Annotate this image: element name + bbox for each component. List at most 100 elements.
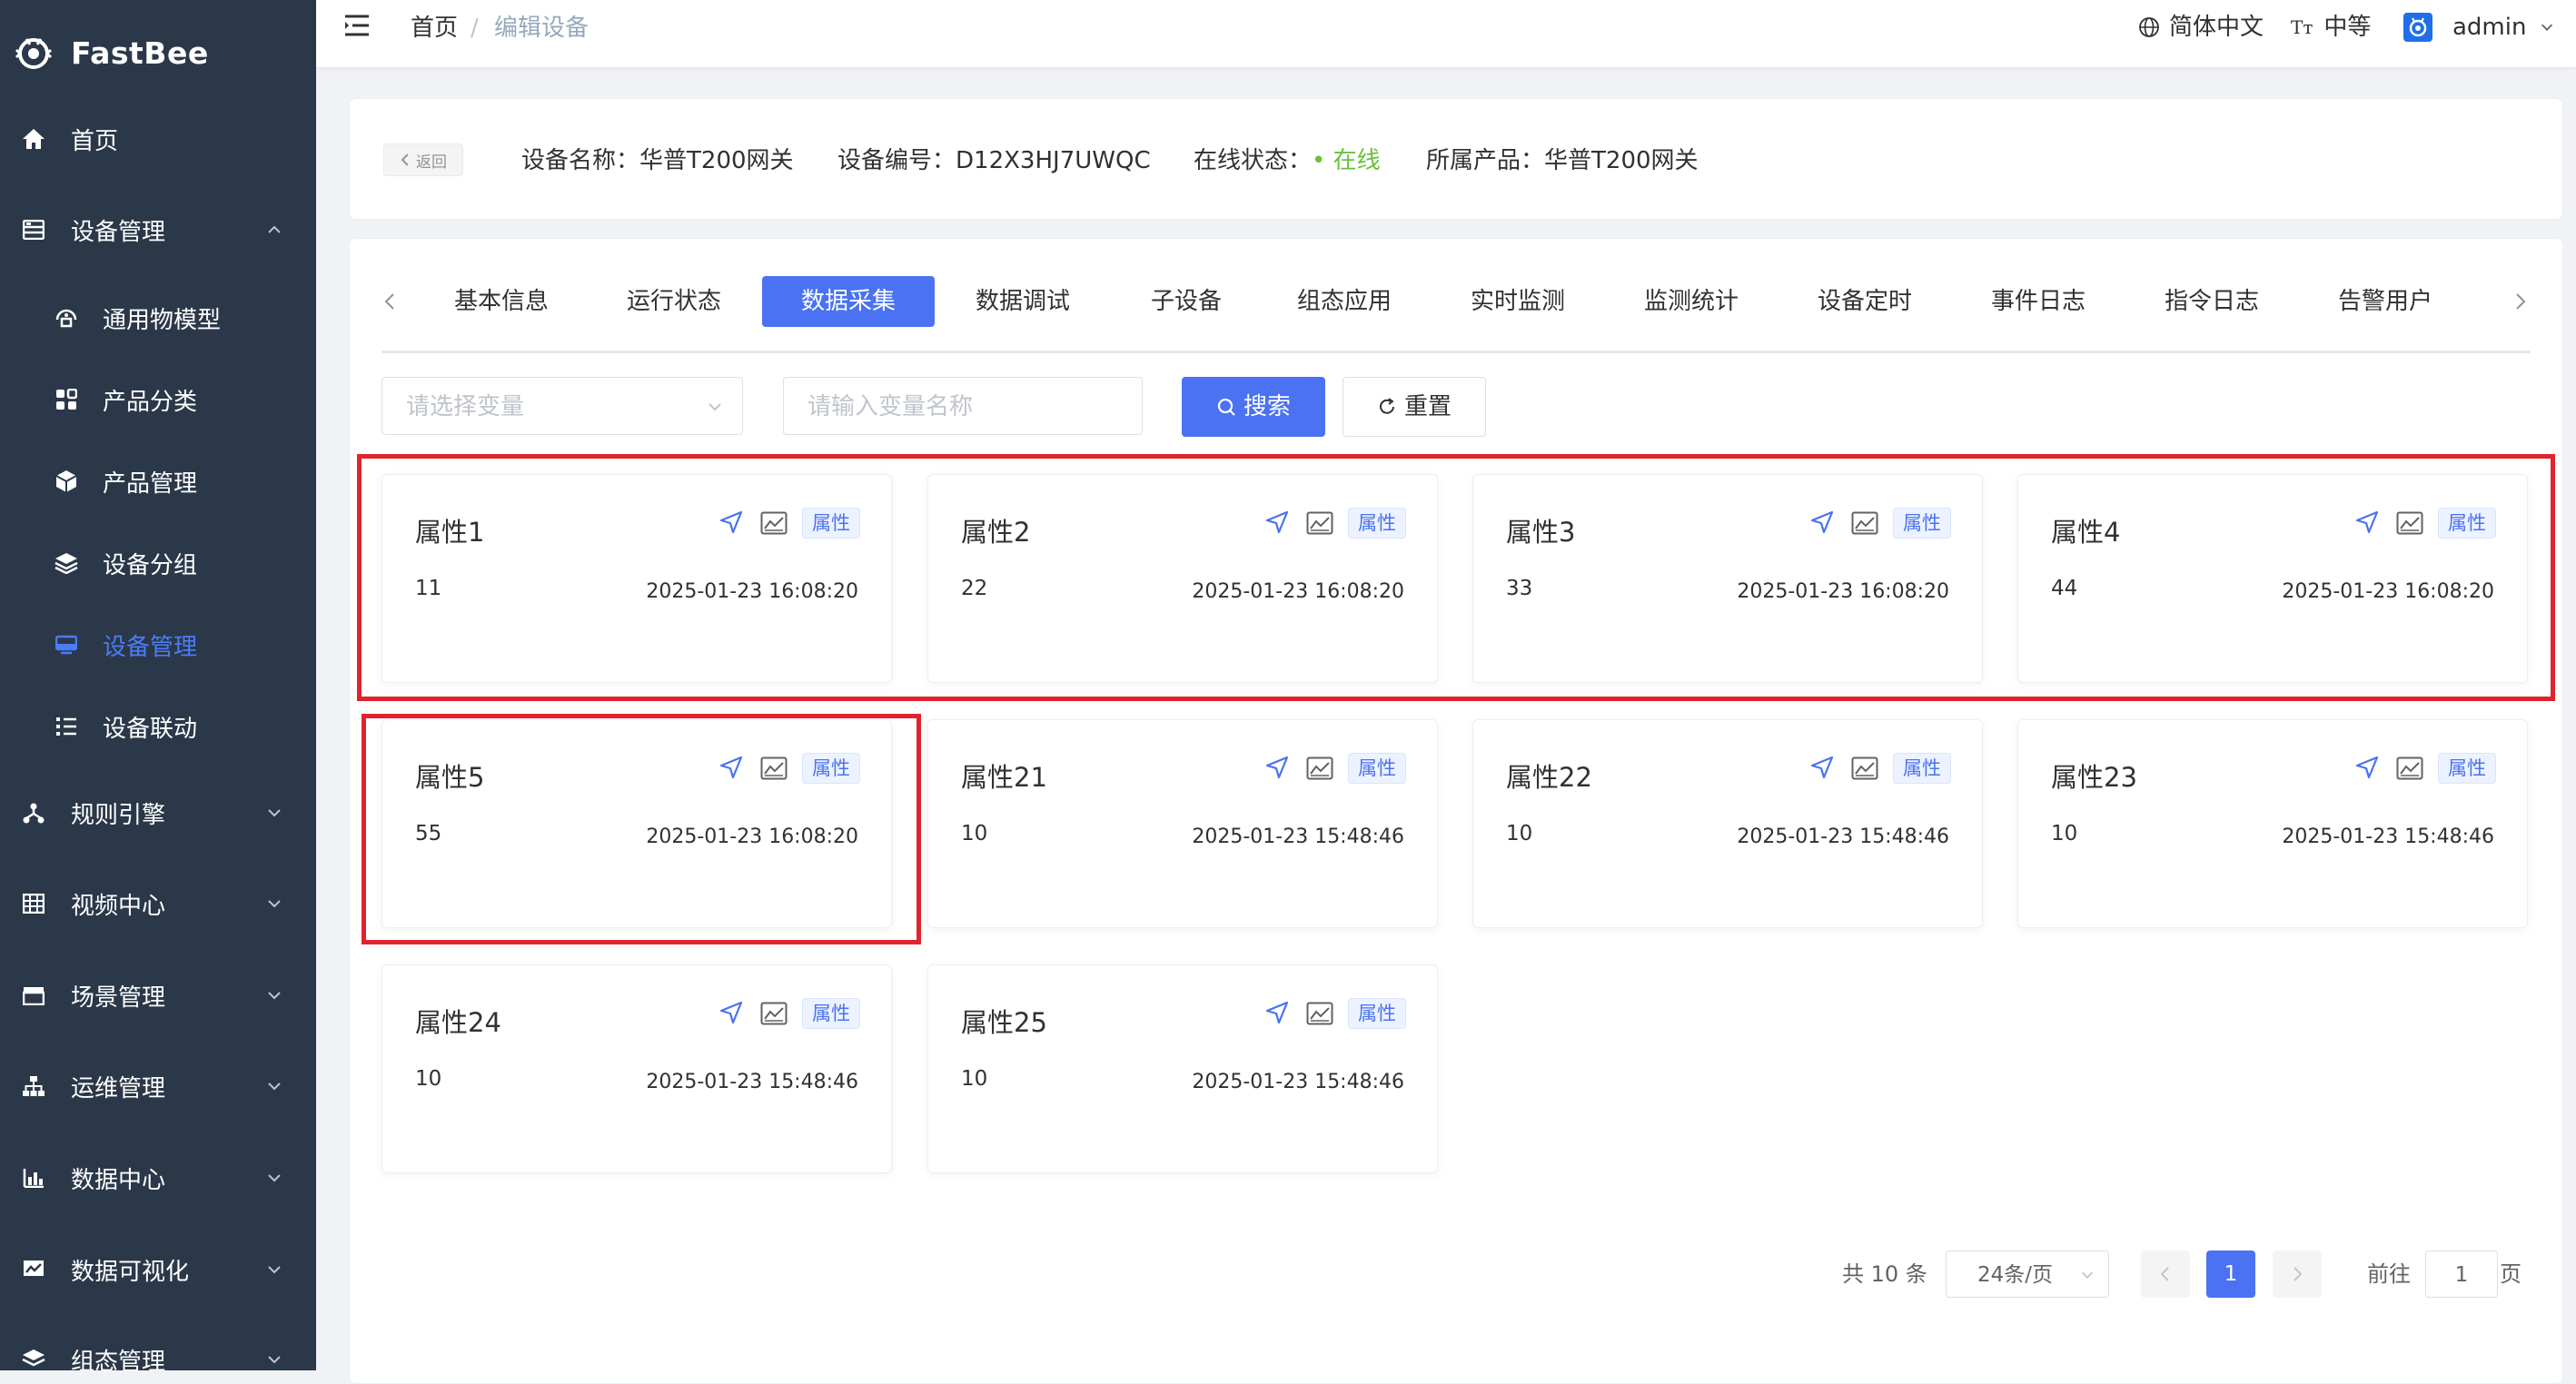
history-chart-icon[interactable]: [1306, 511, 1333, 535]
send-command-icon[interactable]: [718, 509, 744, 535]
goto-page-input[interactable]: 1: [2425, 1251, 2498, 1298]
device-name-label: 设备名称：: [521, 147, 640, 174]
property-tag: 属性: [802, 998, 860, 1029]
search-button[interactable]: 搜索: [1182, 377, 1325, 437]
sidebar-item-rule-engine[interactable]: 规则引擎: [0, 772, 316, 854]
tab-realtime-monitor[interactable]: 实时监测: [1451, 276, 1585, 327]
sidebar-item-video-center[interactable]: 视频中心: [0, 863, 316, 944]
tab-device-timer[interactable]: 设备定时: [1798, 276, 1932, 327]
sidebar-item-label: 设备联动: [103, 715, 198, 743]
tabs-scroll-left-icon[interactable]: [380, 291, 401, 312]
sidebar-item-label: 产品管理: [103, 470, 198, 498]
history-chart-icon[interactable]: [1851, 511, 1878, 535]
online-dot: •: [1312, 147, 1333, 174]
property-value: 55: [415, 822, 442, 845]
history-chart-icon[interactable]: [760, 1002, 788, 1025]
history-chart-icon[interactable]: [1851, 756, 1878, 780]
variable-select[interactable]: 请选择变量: [381, 377, 743, 435]
send-command-icon[interactable]: [718, 755, 744, 780]
send-command-icon[interactable]: [1809, 509, 1835, 535]
sidebar-item-home[interactable]: 首页: [0, 98, 316, 180]
sidebar-item-device-group[interactable]: 设备分组: [0, 522, 316, 604]
property-value: 44: [2051, 577, 2078, 600]
tab-run-status[interactable]: 运行状态: [607, 276, 741, 327]
sidebar-item-label: 设备管理: [71, 218, 166, 246]
page-size-select[interactable]: 24条/页: [1946, 1251, 2109, 1298]
sidebar-item-product-manage[interactable]: 产品管理: [0, 440, 316, 522]
history-chart-icon[interactable]: [2396, 756, 2423, 780]
property-timestamp: 2025-01-23 15:48:46: [1737, 825, 1949, 848]
tab-sub-device[interactable]: 子设备: [1119, 276, 1253, 327]
property-tag: 属性: [802, 508, 860, 539]
tab-monitor-stats[interactable]: 监测统计: [1624, 276, 1759, 327]
sidebar-item-device-manage[interactable]: 设备管理: [0, 189, 316, 271]
prev-page-button[interactable]: [2141, 1251, 2190, 1298]
sidebar-item-product-category[interactable]: 产品分类: [0, 359, 316, 440]
sidebar-item-label: 视频中心: [71, 892, 166, 920]
send-command-icon[interactable]: [2354, 755, 2380, 780]
tab-data-debug[interactable]: 数据调试: [956, 276, 1090, 327]
tab-alarm-users[interactable]: 告警用户: [2318, 276, 2452, 327]
sidebar-item-label: 设备分组: [103, 551, 198, 579]
size-switch[interactable]: Tт 中等: [2291, 11, 2371, 44]
history-chart-icon[interactable]: [1306, 756, 1333, 780]
sidebar-item-scene-manage[interactable]: 场景管理: [0, 954, 316, 1036]
send-command-icon[interactable]: [718, 1000, 744, 1025]
tab-data-collect[interactable]: 数据采集: [762, 276, 935, 327]
sidebar-item-config-manage[interactable]: 组态管理: [0, 1319, 316, 1370]
variable-name-input[interactable]: 请输入变量名称: [783, 377, 1143, 435]
sidebar-item-label: 首页: [71, 127, 119, 155]
tab-event-log[interactable]: 事件日志: [1971, 276, 2105, 327]
property-value: 10: [1506, 822, 1533, 845]
user-menu[interactable]: admin: [2403, 11, 2555, 44]
send-command-icon[interactable]: [1264, 755, 1290, 780]
sidebar-item-data-visualization[interactable]: 数据可视化: [0, 1229, 316, 1310]
category-icon: [53, 386, 80, 413]
send-command-icon[interactable]: [1809, 755, 1835, 780]
app-name: FastBee: [71, 35, 209, 71]
sidebar-item-thing-model[interactable]: 通用物模型: [0, 277, 316, 359]
send-command-icon[interactable]: [2354, 509, 2380, 535]
history-chart-icon[interactable]: [760, 511, 788, 535]
tab-basic-info[interactable]: 基本信息: [434, 276, 569, 327]
back-button[interactable]: 返回: [383, 143, 463, 176]
chevron-down-icon: [268, 1266, 281, 1274]
property-timestamp: 2025-01-23 16:08:20: [2282, 580, 2494, 603]
property-value: 11: [415, 577, 442, 600]
property-card: 属性24 属性 10 2025-01-23 15:48:46: [381, 964, 892, 1173]
sidebar-toggle-icon[interactable]: [343, 13, 371, 40]
page-suffix: 页: [2500, 1261, 2522, 1287]
reset-button[interactable]: 重置: [1342, 377, 1486, 437]
tab-config-app[interactable]: 组态应用: [1277, 276, 1412, 327]
property-card: 属性25 属性 10 2025-01-23 15:48:46: [927, 964, 1438, 1173]
tree-icon: [20, 1073, 47, 1100]
sidebar-item-ops-manage[interactable]: 运维管理: [0, 1045, 316, 1127]
sidebar-item-data-center[interactable]: 数据中心: [0, 1137, 316, 1219]
property-tag: 属性: [1893, 753, 1951, 784]
property-tag: 属性: [1348, 998, 1406, 1029]
next-page-button[interactable]: [2273, 1251, 2322, 1298]
history-chart-icon[interactable]: [2396, 511, 2423, 535]
chevron-down-icon: [2081, 1271, 2094, 1279]
history-chart-icon[interactable]: [1306, 1002, 1333, 1025]
property-timestamp: 2025-01-23 16:08:20: [646, 825, 858, 848]
send-command-icon[interactable]: [1264, 509, 1290, 535]
property-name: 属性25: [961, 1007, 1047, 1038]
logo[interactable]: FastBee: [15, 25, 209, 80]
page-button-1[interactable]: 1: [2206, 1251, 2255, 1298]
language-switch[interactable]: 简体中文: [2138, 11, 2264, 44]
sidebar-item-label: 设备管理: [103, 633, 198, 661]
sidebar-item-label: 规则引擎: [71, 801, 166, 829]
device-product-value: 华普T200网关: [1544, 147, 1699, 174]
property-tag: 属性: [1348, 753, 1406, 784]
property-timestamp: 2025-01-23 15:48:46: [2282, 825, 2494, 848]
history-chart-icon[interactable]: [760, 756, 788, 780]
variable-select-placeholder: 请选择变量: [406, 393, 525, 420]
tabs-scroll-right-icon[interactable]: [2509, 291, 2531, 312]
sidebar-item-device-linkage[interactable]: 设备联动: [0, 686, 316, 767]
tab-command-log[interactable]: 指令日志: [2145, 276, 2279, 327]
sidebar-item-device-manage-active[interactable]: 设备管理: [0, 604, 316, 686]
breadcrumb-home[interactable]: 首页: [411, 13, 458, 44]
send-command-icon[interactable]: [1264, 1000, 1290, 1025]
chevron-left-icon: [401, 153, 409, 166]
